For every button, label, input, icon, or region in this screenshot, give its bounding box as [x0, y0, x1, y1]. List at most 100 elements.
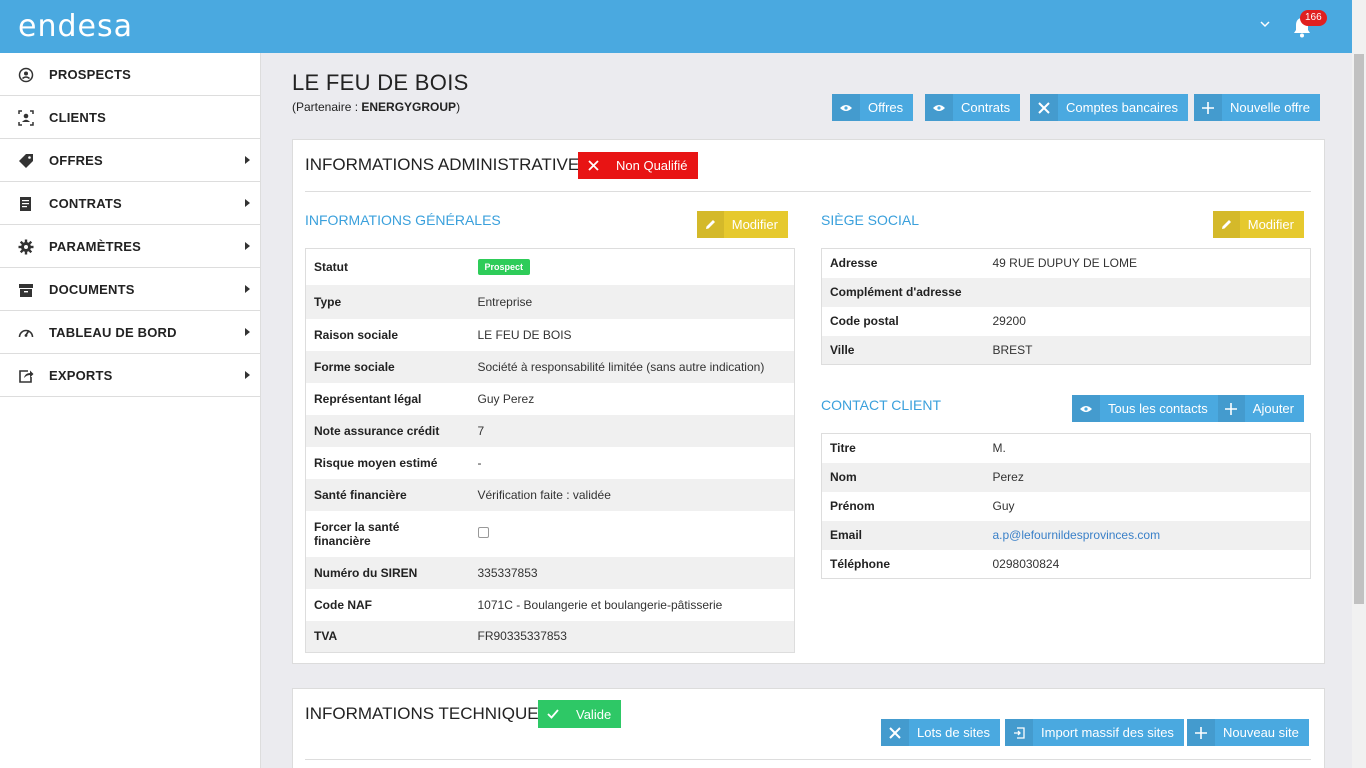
row-value: Entreprise — [477, 294, 533, 309]
tools-icon — [1038, 101, 1050, 114]
add-contact-button[interactable]: Ajouter — [1218, 395, 1304, 422]
caret-right-icon — [245, 242, 250, 250]
row-value: 49 RUE DUPUY DE LOME — [992, 256, 1138, 271]
divider — [305, 759, 1311, 760]
row-value: LE FEU DE BOIS — [477, 327, 572, 342]
comptes-bancaires-button[interactable]: Comptes bancaires — [1030, 94, 1188, 121]
table-row: Nom Perez — [821, 462, 1311, 492]
row-value: 335337853 — [477, 565, 538, 580]
nouvelle-offre-button[interactable]: Nouvelle offre — [1194, 94, 1320, 121]
sidebar-item-tableau-de-bord[interactable]: TABLEAU DE BORD — [0, 311, 260, 354]
table-row: Type Entreprise — [305, 284, 795, 319]
sidebar-item-prospects[interactable]: PROSPECTS — [0, 53, 260, 96]
table-row: Code postal 29200 — [821, 306, 1311, 336]
notification-badge: 166 — [1300, 10, 1327, 26]
sidebar-item-label: OFFRES — [49, 152, 103, 168]
lots-de-sites-button[interactable]: Lots de sites — [881, 719, 1000, 746]
row-value: BREST — [992, 342, 1033, 357]
user-frame-icon — [18, 110, 34, 126]
forcer-label-line-2: financière — [314, 533, 371, 548]
sidebar-item-exports[interactable]: EXPORTS — [0, 354, 260, 397]
pencil-icon — [1221, 220, 1231, 229]
row-key: Prénom — [830, 499, 875, 513]
dashboard-icon — [18, 329, 34, 338]
endesa-logo[interactable]: endesa — [18, 12, 133, 42]
table-row: Téléphone 0298030824 — [821, 549, 1311, 579]
row-key: Complément d'adresse — [830, 285, 962, 299]
eye-icon — [840, 104, 852, 111]
row-value: a.p@lefournildesprovinces.com — [985, 521, 1311, 550]
partner-line: (Partenaire : ENERGYGROUP) — [292, 100, 460, 114]
sidebar-item-label: EXPORTS — [49, 367, 113, 383]
table-row: Note assurance crédit 7 — [305, 414, 795, 447]
lots-de-sites-label: Lots de sites — [917, 725, 990, 740]
sidebar-item-label: CONTRATS — [49, 195, 122, 211]
page-scrollbar[interactable] — [1352, 0, 1366, 768]
row-key: Code NAF — [314, 597, 372, 612]
technical-status-badge: Valide — [538, 700, 622, 728]
close-icon — [587, 160, 599, 171]
row-value: Guy — [992, 499, 1015, 513]
nouveau-site-label: Nouveau site — [1223, 725, 1299, 740]
chevron-down-icon[interactable] — [1258, 17, 1272, 31]
plus-icon — [1225, 402, 1238, 415]
sidebar-item-label: DOCUMENTS — [49, 281, 135, 297]
contact-client-title: CONTACT CLIENT — [821, 397, 942, 413]
row-value: M. — [992, 441, 1006, 456]
divider — [305, 191, 1311, 192]
sidebar-item-clients[interactable]: CLIENTS — [0, 96, 260, 139]
row-key: Téléphone — [830, 556, 891, 571]
row-key: Représentant légal — [314, 391, 422, 406]
technical-status-label: Valide — [576, 706, 612, 722]
technical-info-card: INFORMATIONS TECHNIQUES Valide Lots de s… — [292, 688, 1325, 768]
row-key: Risque moyen estimé — [314, 455, 438, 470]
forcer-label-line-1: Forcer la santé — [314, 519, 400, 534]
siege-social-title: SIÈGE SOCIAL — [821, 212, 920, 228]
all-contacts-button[interactable]: Tous les contacts — [1072, 395, 1218, 422]
partner-prefix: (Partenaire : — [292, 100, 362, 114]
row-key: Forcer la santé financière — [306, 511, 470, 557]
import-sites-button[interactable]: Import massif des sites — [1005, 719, 1184, 746]
sidebar-item-contrats[interactable]: CONTRATS — [0, 182, 260, 225]
scrollbar-thumb[interactable] — [1354, 54, 1364, 604]
offres-button-label: Offres — [868, 100, 904, 115]
email-link[interactable]: a.p@lefournildesprovinces.com — [993, 528, 1161, 542]
sidebar-item-label: PROSPECTS — [49, 66, 131, 82]
check-icon — [547, 709, 559, 719]
contrats-button[interactable]: Contrats — [925, 94, 1021, 121]
caret-right-icon — [245, 371, 250, 379]
caret-right-icon — [245, 285, 250, 293]
row-key: Nom — [830, 470, 857, 484]
sidebar-item-parametres[interactable]: PARAMÈTRES — [0, 225, 260, 268]
admin-info-title: INFORMATIONS ADMINISTRATIVES — [305, 155, 591, 174]
row-value — [985, 278, 1311, 307]
table-row: Risque moyen estimé - — [305, 446, 795, 479]
row-key: Email — [830, 528, 863, 542]
archive-icon — [19, 284, 33, 297]
offres-button[interactable]: Offres — [832, 94, 914, 121]
eye-icon — [933, 104, 945, 111]
sidebar-item-offres[interactable]: OFFRES — [0, 139, 260, 182]
sidebar-item-documents[interactable]: DOCUMENTS — [0, 268, 260, 311]
modify-general-button[interactable]: Modifier — [697, 211, 788, 238]
nouveau-site-button[interactable]: Nouveau site — [1187, 719, 1309, 746]
row-value: Vérification faite : validée — [477, 487, 611, 502]
table-row: Raison sociale LE FEU DE BOIS — [305, 318, 795, 351]
qualification-status-label: Non Qualifié — [616, 158, 688, 173]
row-key: Numéro du SIREN — [314, 565, 418, 580]
table-row: Prénom Guy — [821, 491, 1311, 521]
import-icon — [1014, 726, 1025, 739]
comptes-bancaires-button-label: Comptes bancaires — [1066, 100, 1178, 115]
all-contacts-label: Tous les contacts — [1108, 401, 1208, 416]
row-key: Code postal — [830, 314, 899, 328]
row-key: Adresse — [830, 256, 878, 271]
siege-social-table: Adresse 49 RUE DUPUY DE LOME Complément d… — [821, 248, 1311, 365]
table-row: Code NAF 1071C - Boulangerie et boulanger… — [305, 588, 795, 621]
top-bar: endesa 166 — [0, 0, 1352, 53]
caret-right-icon — [245, 199, 250, 207]
modify-siege-button[interactable]: Modifier — [1213, 211, 1304, 238]
row-value: Guy Perez — [477, 391, 535, 406]
nouvelle-offre-button-label: Nouvelle offre — [1230, 100, 1310, 115]
row-key: Santé financière — [314, 487, 407, 502]
force-health-checkbox[interactable] — [477, 526, 489, 538]
